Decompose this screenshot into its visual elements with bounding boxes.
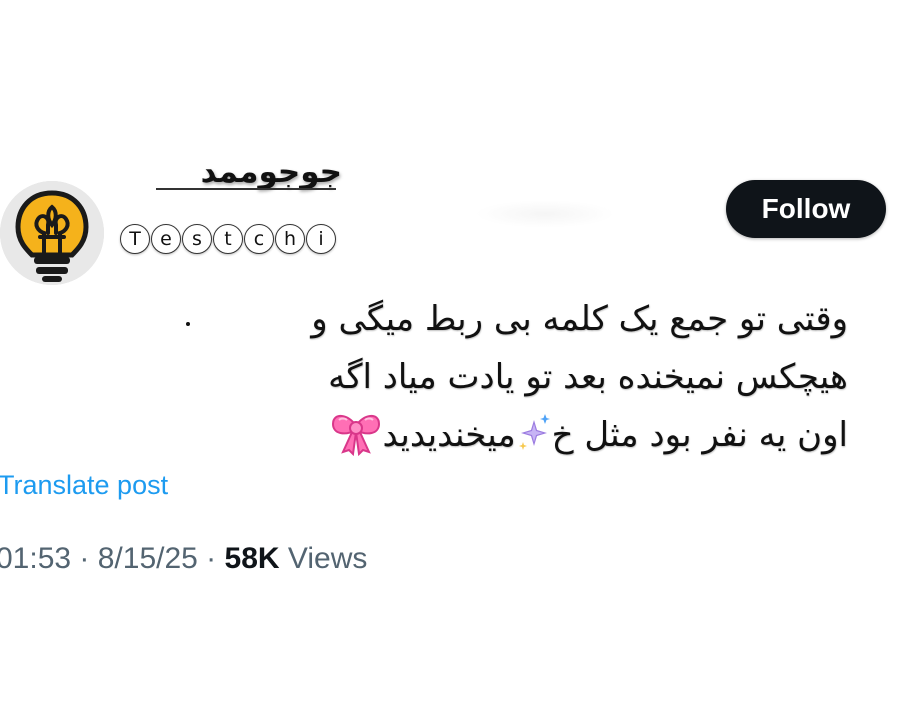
views-count[interactable]: 58K: [225, 542, 280, 575]
views-label[interactable]: Views: [280, 542, 368, 575]
lightbulb-icon: [0, 181, 104, 285]
background-smudge: [475, 200, 615, 228]
tweet-time[interactable]: 01:53: [0, 542, 71, 575]
sparkles-icon: [516, 412, 552, 452]
display-name-underline: [156, 188, 336, 190]
handle-letter: s: [182, 224, 212, 254]
ribbon-bow-icon: [329, 408, 383, 457]
tweet-line-3: اون یه نفر بود مثل خ میخندیدید: [200, 406, 848, 464]
handle-letter: h: [275, 224, 305, 254]
handle-letter: c: [244, 224, 274, 254]
tweet-text: وقتی تو جمع یک کلمه بی ربط میگی و هیچکس …: [200, 290, 848, 464]
follow-button[interactable]: Follow: [726, 180, 886, 238]
punctuation-dot: [186, 322, 190, 326]
tweet-line-2: هیچکس نمیخنده بعد تو یادت میاد اگه: [328, 357, 848, 397]
tweet-line-1: وقتی تو جمع یک کلمه بی ربط میگی و: [311, 299, 848, 339]
handle-letter: t: [213, 224, 243, 254]
tweet-line-3-end: میخندیدید: [382, 415, 516, 455]
tweet-line-3-start: اون یه نفر بود مثل خ: [551, 415, 848, 455]
handle-letter: i: [306, 224, 336, 254]
meta-separator: ·: [197, 542, 225, 575]
handle-letter: e: [151, 224, 181, 254]
tweet-meta: 01:53 · 8/15/25 · 58K Views: [0, 538, 367, 580]
tweet-date[interactable]: 8/15/25: [98, 542, 198, 575]
meta-separator: ·: [71, 542, 98, 575]
avatar[interactable]: [0, 181, 104, 285]
handle[interactable]: T e s t c h i: [120, 224, 336, 254]
translate-post-link[interactable]: Translate post: [0, 466, 200, 504]
handle-letter: T: [120, 224, 150, 254]
